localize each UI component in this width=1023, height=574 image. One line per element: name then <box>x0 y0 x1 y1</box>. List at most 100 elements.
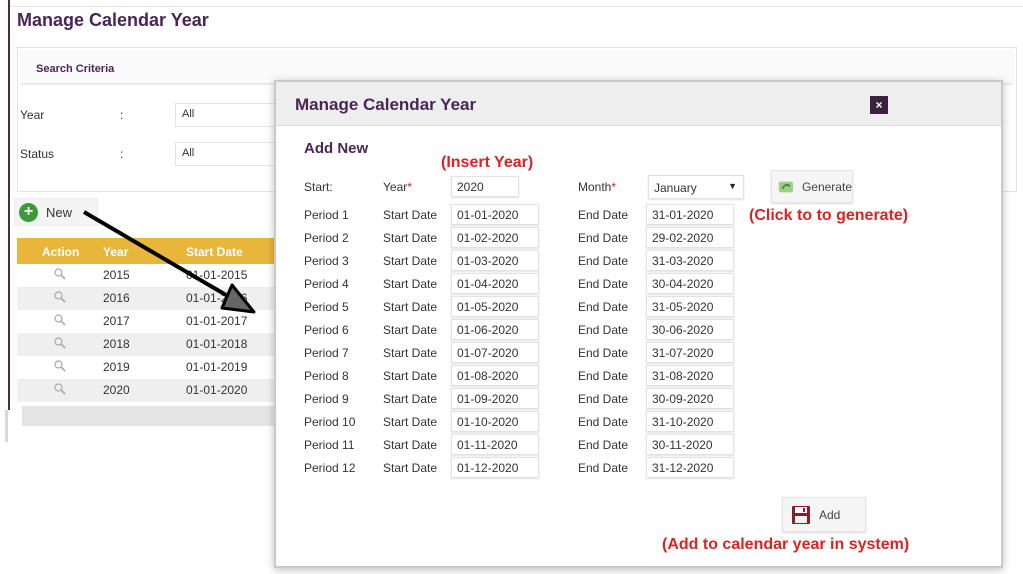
top-divider <box>10 6 1023 7</box>
end-date-label: End Date <box>578 208 629 222</box>
generate-icon <box>778 181 794 192</box>
column-start-date: Start Date <box>186 245 243 259</box>
required-marker: * <box>407 180 412 194</box>
cell-year: 2020 <box>103 383 130 397</box>
grid-footer-bar <box>22 406 282 426</box>
start-date-input[interactable]: 01-04-2020 <box>451 273 539 294</box>
colon: : <box>120 108 124 122</box>
magnifier-icon[interactable] <box>54 337 66 349</box>
insert-year-annotation: (Insert Year) <box>441 154 534 171</box>
new-button[interactable]: + New <box>14 198 98 226</box>
table-row[interactable]: 2020 01-01-2020 <box>17 379 287 402</box>
end-date-label: End Date <box>578 254 629 268</box>
close-icon[interactable]: × <box>870 96 888 114</box>
period-name: Period 5 <box>304 300 349 314</box>
generate-button-label: Generate <box>801 179 852 194</box>
end-date-input[interactable]: 31-05-2020 <box>646 296 734 317</box>
period-name: Period 6 <box>304 323 349 337</box>
start-date-label: Start Date <box>383 369 438 383</box>
end-date-label: End Date <box>578 392 629 406</box>
cell-start-date: 01-01-2020 <box>186 383 248 397</box>
column-action: Action <box>42 245 80 259</box>
period-name: Period 8 <box>304 369 349 383</box>
end-date-label: End Date <box>578 369 629 383</box>
month-select-value: January <box>654 181 697 195</box>
start-date-label: Start Date <box>383 392 438 406</box>
start-date-input[interactable]: 01-08-2020 <box>451 365 539 386</box>
magnifier-icon[interactable] <box>54 291 66 303</box>
required-marker: * <box>611 180 617 194</box>
table-row[interactable]: 2018 01-01-2018 <box>17 333 287 356</box>
end-date-label: End Date <box>578 438 629 452</box>
add-new-heading: Add New <box>304 140 369 157</box>
start-date-label: Start Date <box>383 254 438 268</box>
end-date-input[interactable]: 30-04-2020 <box>646 273 734 294</box>
start-date-input[interactable]: 01-09-2020 <box>451 388 539 409</box>
end-date-input[interactable]: 30-06-2020 <box>646 319 734 340</box>
modal-header: Manage Calendar Year × <box>276 82 1001 126</box>
cell-start-date: 01-01-2019 <box>186 360 248 374</box>
month-select[interactable]: January ▼ <box>648 175 744 199</box>
table-row[interactable]: 2017 01-01-2017 <box>17 310 287 333</box>
calendar-year-grid: Action Year Start Date 2015 01-01-2015 2… <box>17 238 287 402</box>
cell-year: 2018 <box>103 337 130 351</box>
end-date-input[interactable]: 31-01-2020 <box>646 204 734 225</box>
end-date-input[interactable]: 31-08-2020 <box>646 365 734 386</box>
start-date-input[interactable]: 01-05-2020 <box>451 296 539 317</box>
year-criteria-select[interactable]: All <box>175 103 285 127</box>
cell-start-date: 01-01-2018 <box>186 337 248 351</box>
end-date-input[interactable]: 31-10-2020 <box>646 411 734 432</box>
end-date-input[interactable]: 31-12-2020 <box>646 457 734 478</box>
generate-button[interactable]: Generate <box>771 170 853 203</box>
magnifier-icon[interactable] <box>54 268 66 280</box>
add-button-label: Add <box>819 507 841 522</box>
page-scrollbar[interactable] <box>5 410 8 442</box>
plus-circle-icon: + <box>19 202 38 222</box>
magnifier-icon[interactable] <box>54 383 66 395</box>
cell-year: 2015 <box>103 268 130 282</box>
table-row[interactable]: 2016 01-01-2016 <box>17 287 287 310</box>
period-name: Period 3 <box>304 254 349 268</box>
end-date-input[interactable]: 30-09-2020 <box>646 388 734 409</box>
end-date-label: End Date <box>578 415 629 429</box>
magnifier-icon[interactable] <box>54 360 66 372</box>
start-date-input[interactable]: 01-02-2020 <box>451 227 539 248</box>
grid-header: Action Year Start Date <box>17 238 287 264</box>
modal-title: Manage Calendar Year <box>295 95 477 114</box>
start-date-label: Start Date <box>383 277 438 291</box>
start-date-label: Start Date <box>383 346 438 360</box>
end-date-input[interactable]: 29-02-2020 <box>646 227 734 248</box>
end-date-input[interactable]: 30-11-2020 <box>646 434 734 455</box>
period-name: Period 2 <box>304 231 349 245</box>
status-criteria-select[interactable]: All <box>175 142 285 166</box>
period-name: Period 9 <box>304 392 349 406</box>
cell-start-date: 01-01-2015 <box>186 268 248 282</box>
cell-year: 2017 <box>103 314 130 328</box>
cell-year: 2019 <box>103 360 130 374</box>
status-criteria-label: Status <box>20 147 55 161</box>
period-name: Period 7 <box>304 346 349 360</box>
add-to-system-annotation: (Add to calendar year in system) <box>662 536 910 553</box>
add-button[interactable]: Add <box>782 497 866 532</box>
start-date-input[interactable]: 01-12-2020 <box>451 457 539 478</box>
table-row[interactable]: 2019 01-01-2019 <box>17 356 287 379</box>
period-name: Period 11 <box>304 438 355 452</box>
end-date-input[interactable]: 31-03-2020 <box>646 250 734 271</box>
table-row[interactable]: 2015 01-01-2015 <box>17 264 287 287</box>
start-date-input[interactable]: 01-03-2020 <box>451 250 539 271</box>
start-date-input[interactable]: 01-07-2020 <box>451 342 539 363</box>
start-date-input[interactable]: 01-01-2020 <box>451 204 539 225</box>
start-label: Start: <box>304 180 333 194</box>
magnifier-icon[interactable] <box>54 314 66 326</box>
start-date-label: Start Date <box>383 231 438 245</box>
click-generate-annotation: (Click to to generate) <box>749 207 909 224</box>
year-input[interactable]: 2020 <box>451 176 519 197</box>
start-date-label: Start Date <box>383 438 438 452</box>
start-date-label: Start Date <box>383 415 438 429</box>
end-date-input[interactable]: 31-07-2020 <box>646 342 734 363</box>
start-date-input[interactable]: 01-11-2020 <box>451 434 539 455</box>
start-date-input[interactable]: 01-10-2020 <box>451 411 539 432</box>
start-date-label: Start Date <box>383 461 438 475</box>
period-name: Period 12 <box>304 461 356 475</box>
start-date-input[interactable]: 01-06-2020 <box>451 319 539 340</box>
